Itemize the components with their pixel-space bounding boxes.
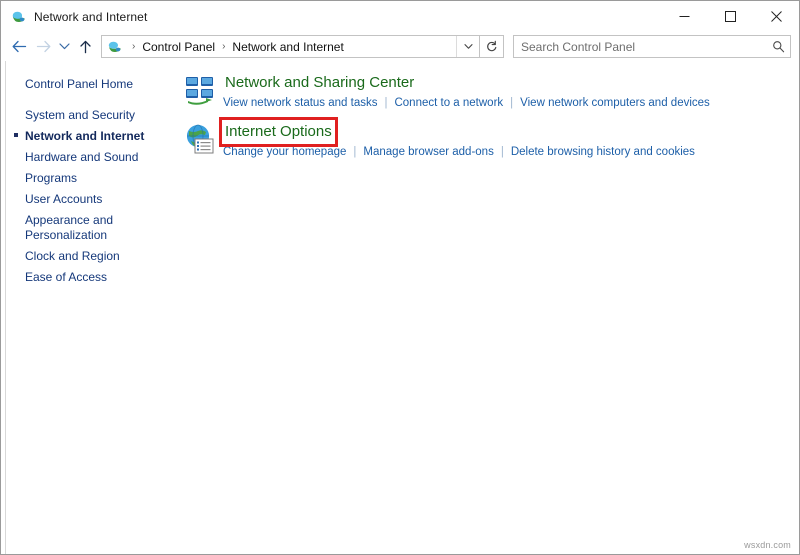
search-input[interactable]: [514, 39, 766, 54]
link-separator: |: [353, 146, 357, 158]
up-button[interactable]: [73, 35, 97, 59]
sidebar-item-ease-of-access[interactable]: Ease of Access: [1, 267, 181, 288]
link-separator: |: [384, 97, 388, 109]
sidebar-item-system-and-security[interactable]: System and Security: [1, 105, 181, 126]
window-body: Control Panel Home System and Security N…: [1, 61, 799, 554]
sidebar-item-control-panel-home[interactable]: Control Panel Home: [1, 74, 181, 95]
category-links: View network status and tasks | Connect to…: [223, 96, 799, 111]
maximize-button[interactable]: [707, 1, 753, 32]
internet-options-icon: [184, 123, 216, 155]
breadcrumb-item-network-and-internet[interactable]: Network and Internet: [230, 40, 345, 54]
title-bar: Network and Internet: [1, 1, 799, 32]
link-connect-to-a-network[interactable]: Connect to a network: [394, 97, 503, 109]
sidebar-item-programs[interactable]: Programs: [1, 168, 181, 189]
breadcrumb-bar[interactable]: › Control Panel › Network and Internet: [101, 35, 480, 58]
watermark: wsxdn.com: [744, 540, 791, 550]
control-panel-window: Network and Internet › Control Panel › N…: [0, 0, 800, 555]
back-button[interactable]: [7, 35, 31, 59]
search-box[interactable]: [513, 35, 791, 58]
sidebar-item-user-accounts[interactable]: User Accounts: [1, 189, 181, 210]
category-body: Network and Sharing Center View network …: [223, 72, 799, 111]
caption-buttons: [661, 1, 799, 32]
category-body: Internet Options Change your homepage | Ma…: [219, 117, 799, 160]
network-sharing-center-icon: [184, 74, 216, 106]
close-button[interactable]: [753, 1, 799, 32]
recent-locations-button[interactable]: [55, 35, 73, 59]
link-separator: |: [510, 97, 514, 109]
sidebar: Control Panel Home System and Security N…: [1, 61, 181, 554]
window-title: Network and Internet: [34, 9, 148, 24]
breadcrumb-separator-1: ›: [222, 41, 226, 52]
link-manage-browser-add-ons[interactable]: Manage browser add-ons: [363, 146, 493, 158]
sidebar-item-hardware-and-sound[interactable]: Hardware and Sound: [1, 147, 181, 168]
search-icon[interactable]: [766, 36, 790, 57]
breadcrumb-control-panel-icon: [107, 39, 123, 55]
sidebar-item-clock-and-region[interactable]: Clock and Region: [1, 246, 181, 267]
link-separator: |: [500, 146, 504, 158]
link-delete-browsing-history-and-cookies[interactable]: Delete browsing history and cookies: [511, 146, 695, 158]
category-title-internet-options[interactable]: Internet Options: [219, 117, 338, 147]
breadcrumb-separator-0: ›: [132, 41, 136, 52]
breadcrumb-item-control-panel[interactable]: Control Panel: [140, 40, 217, 54]
category-links: Change your homepage | Manage browser add-…: [223, 145, 799, 160]
minimize-button[interactable]: [661, 1, 707, 32]
link-view-network-computers-and-devices[interactable]: View network computers and devices: [520, 97, 710, 109]
address-dropdown-chevron-icon[interactable]: [456, 36, 479, 57]
address-bar-row: › Control Panel › Network and Internet: [1, 32, 799, 61]
control-panel-icon: [11, 9, 27, 25]
category-network-and-sharing-center: Network and Sharing Center View network …: [181, 72, 799, 111]
category-internet-options: Internet Options Change your homepage | Ma…: [181, 117, 799, 160]
sidebar-item-appearance-and-personalization[interactable]: Appearance and Personalization: [1, 210, 181, 246]
category-title-network-and-sharing-center[interactable]: Network and Sharing Center: [223, 72, 416, 94]
sidebar-item-network-and-internet[interactable]: Network and Internet: [1, 126, 181, 147]
forward-button[interactable]: [31, 35, 55, 59]
refresh-button[interactable]: [480, 35, 504, 58]
link-change-your-homepage[interactable]: Change your homepage: [223, 146, 346, 158]
link-view-network-status-and-tasks[interactable]: View network status and tasks: [223, 97, 377, 109]
content-pane: Network and Sharing Center View network …: [181, 61, 799, 554]
